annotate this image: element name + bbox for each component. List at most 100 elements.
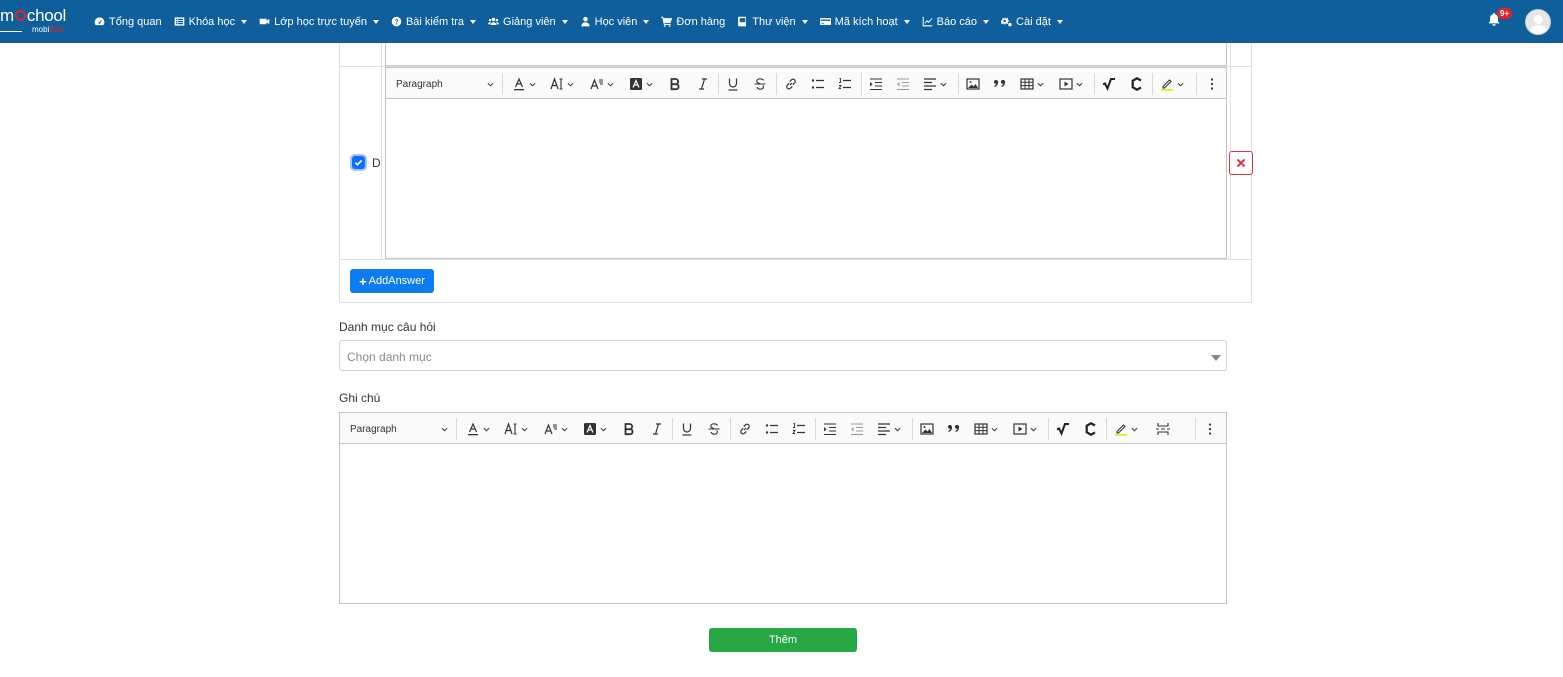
numbered-list-icon[interactable] [792, 420, 806, 438]
plus-icon: + [359, 273, 367, 289]
add-answer-label: AddAnswer [368, 275, 425, 287]
outdent-icon[interactable] [896, 75, 910, 93]
nav-label: Khóa học [188, 15, 236, 28]
chevron-down-icon [561, 19, 568, 24]
nav-item-thu-vien[interactable]: Thư viện [737, 16, 808, 28]
font-family-icon[interactable] [544, 420, 568, 438]
italic-icon[interactable] [696, 75, 710, 93]
bulleted-list-icon[interactable] [765, 420, 779, 438]
notification-badge: 9+ [1497, 8, 1513, 19]
toolbar-separator [1195, 418, 1196, 440]
nav-item-tong-quan[interactable]: Tổng quan [94, 16, 162, 28]
nav-label: Cài đặt [1016, 15, 1051, 28]
math-icon[interactable] [1102, 75, 1116, 93]
more-icon[interactable] [1205, 75, 1219, 93]
outdent-icon[interactable] [850, 420, 864, 438]
logo[interactable]: m chool mobiEdu [0, 4, 80, 38]
nav-item-hoc-vien[interactable]: Học viên [580, 16, 650, 28]
main-menu: Tổng quan Khóa học Lớp học trực tuyến Bà… [94, 0, 1075, 43]
nav-item-ma-kich-hoat[interactable]: Mã kích hoạt [819, 15, 910, 28]
chemistry-icon[interactable] [1130, 75, 1144, 93]
font-size-icon[interactable] [504, 420, 528, 438]
nav-item-khoa-hoc[interactable]: Khóa học [174, 15, 248, 28]
user-icon [580, 16, 591, 27]
bulleted-list-icon[interactable] [811, 75, 825, 93]
chevron-down-icon [1056, 19, 1063, 24]
close-icon [1236, 158, 1246, 168]
toolbar-separator [672, 418, 673, 440]
blockquote-icon[interactable] [993, 75, 1007, 93]
link-icon[interactable] [784, 75, 798, 93]
font-background-icon[interactable] [583, 420, 607, 438]
editor-content-area[interactable] [386, 100, 1226, 258]
underline-icon[interactable] [726, 75, 740, 93]
image-icon[interactable] [920, 420, 934, 438]
indent-icon[interactable] [869, 75, 883, 93]
highlight-icon[interactable] [1160, 75, 1184, 93]
delete-answer-button[interactable] [1229, 151, 1253, 175]
category-select[interactable]: Chọn danh mục [339, 340, 1227, 371]
media-icon[interactable] [1013, 420, 1037, 438]
add-answer-button[interactable]: + AddAnswer [350, 269, 434, 293]
font-family-icon[interactable] [590, 75, 614, 93]
table-icon[interactable] [1020, 75, 1044, 93]
bold-icon[interactable] [668, 75, 682, 93]
numbered-list-icon[interactable] [838, 75, 852, 93]
chart-icon [922, 16, 933, 27]
font-color-icon[interactable] [512, 75, 536, 93]
toolbar-separator [1106, 418, 1107, 440]
nav-item-giang-vien[interactable]: Giảng viên [488, 16, 568, 28]
editor-content-area[interactable] [340, 445, 1226, 603]
answer-option-label: D [372, 156, 381, 170]
media-icon[interactable] [1059, 75, 1083, 93]
nav-item-lop-hoc[interactable]: Lớp học trực tuyến [259, 16, 379, 28]
previous-answer-editor[interactable] [385, 43, 1227, 66]
submit-button[interactable]: Thêm [709, 628, 857, 652]
strikethrough-icon[interactable] [707, 420, 721, 438]
font-background-icon[interactable] [629, 75, 653, 93]
nav-item-cai-dat[interactable]: Cài đặt [1001, 16, 1063, 28]
video-icon [259, 16, 270, 27]
chevron-down-icon [372, 19, 379, 24]
toolbar-separator [1196, 73, 1197, 95]
category-placeholder: Chọn danh mục [347, 350, 432, 364]
toolbar-separator [1048, 418, 1049, 440]
chevron-down-icon [643, 19, 650, 24]
bold-icon[interactable] [622, 420, 636, 438]
page-break-icon[interactable] [1156, 420, 1170, 438]
dashboard-icon [94, 16, 105, 27]
answer-correct-checkbox[interactable] [352, 156, 365, 169]
highlight-icon[interactable] [1114, 420, 1138, 438]
align-left-icon[interactable] [923, 75, 947, 93]
chemistry-icon[interactable] [1084, 420, 1098, 438]
align-left-icon[interactable] [877, 420, 901, 438]
note-label: Ghi chú [339, 391, 381, 405]
toolbar-separator [456, 418, 457, 440]
paragraph-dropdown[interactable]: Paragraph [396, 75, 494, 93]
link-icon[interactable] [738, 420, 752, 438]
image-icon[interactable] [966, 75, 980, 93]
font-color-icon[interactable] [466, 420, 490, 438]
table-column-divider [381, 43, 382, 260]
math-icon[interactable] [1056, 420, 1070, 438]
blockquote-icon[interactable] [947, 420, 961, 438]
list-icon [174, 16, 185, 27]
paragraph-dropdown[interactable]: Paragraph [350, 420, 448, 438]
indent-icon[interactable] [823, 420, 837, 438]
nav-label: Mã kích hoạt [834, 15, 898, 28]
avatar[interactable] [1525, 9, 1551, 35]
underline-icon[interactable] [680, 420, 694, 438]
nav-label: Tổng quan [109, 15, 162, 28]
font-size-icon[interactable] [550, 75, 574, 93]
top-navbar: m chool mobiEdu Tổng quan Khóa học Lớp họ… [0, 0, 1563, 43]
nav-item-don-hang[interactable]: Đơn hàng [661, 16, 725, 28]
italic-icon[interactable] [650, 420, 664, 438]
strikethrough-icon[interactable] [753, 75, 767, 93]
more-icon[interactable] [1203, 420, 1217, 438]
chevron-down-icon [470, 19, 477, 24]
table-icon[interactable] [974, 420, 998, 438]
card-icon [819, 16, 831, 27]
answer-editor: Paragraph [385, 67, 1227, 259]
nav-item-bao-cao[interactable]: Báo cáo [922, 16, 990, 28]
nav-item-bai-kiem-tra[interactable]: Bài kiểm tra [391, 16, 477, 28]
